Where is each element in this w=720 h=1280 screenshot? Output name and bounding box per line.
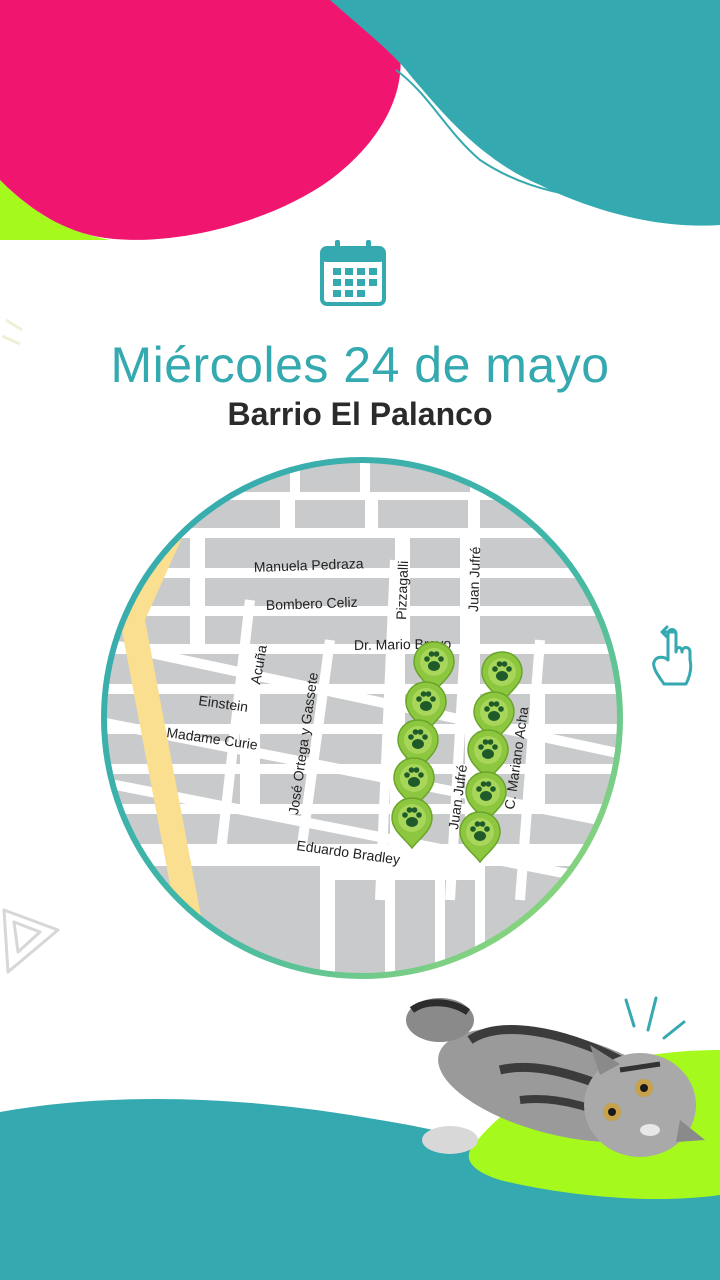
excitement-marks — [624, 996, 686, 1040]
bottom-decoration — [0, 996, 720, 1280]
